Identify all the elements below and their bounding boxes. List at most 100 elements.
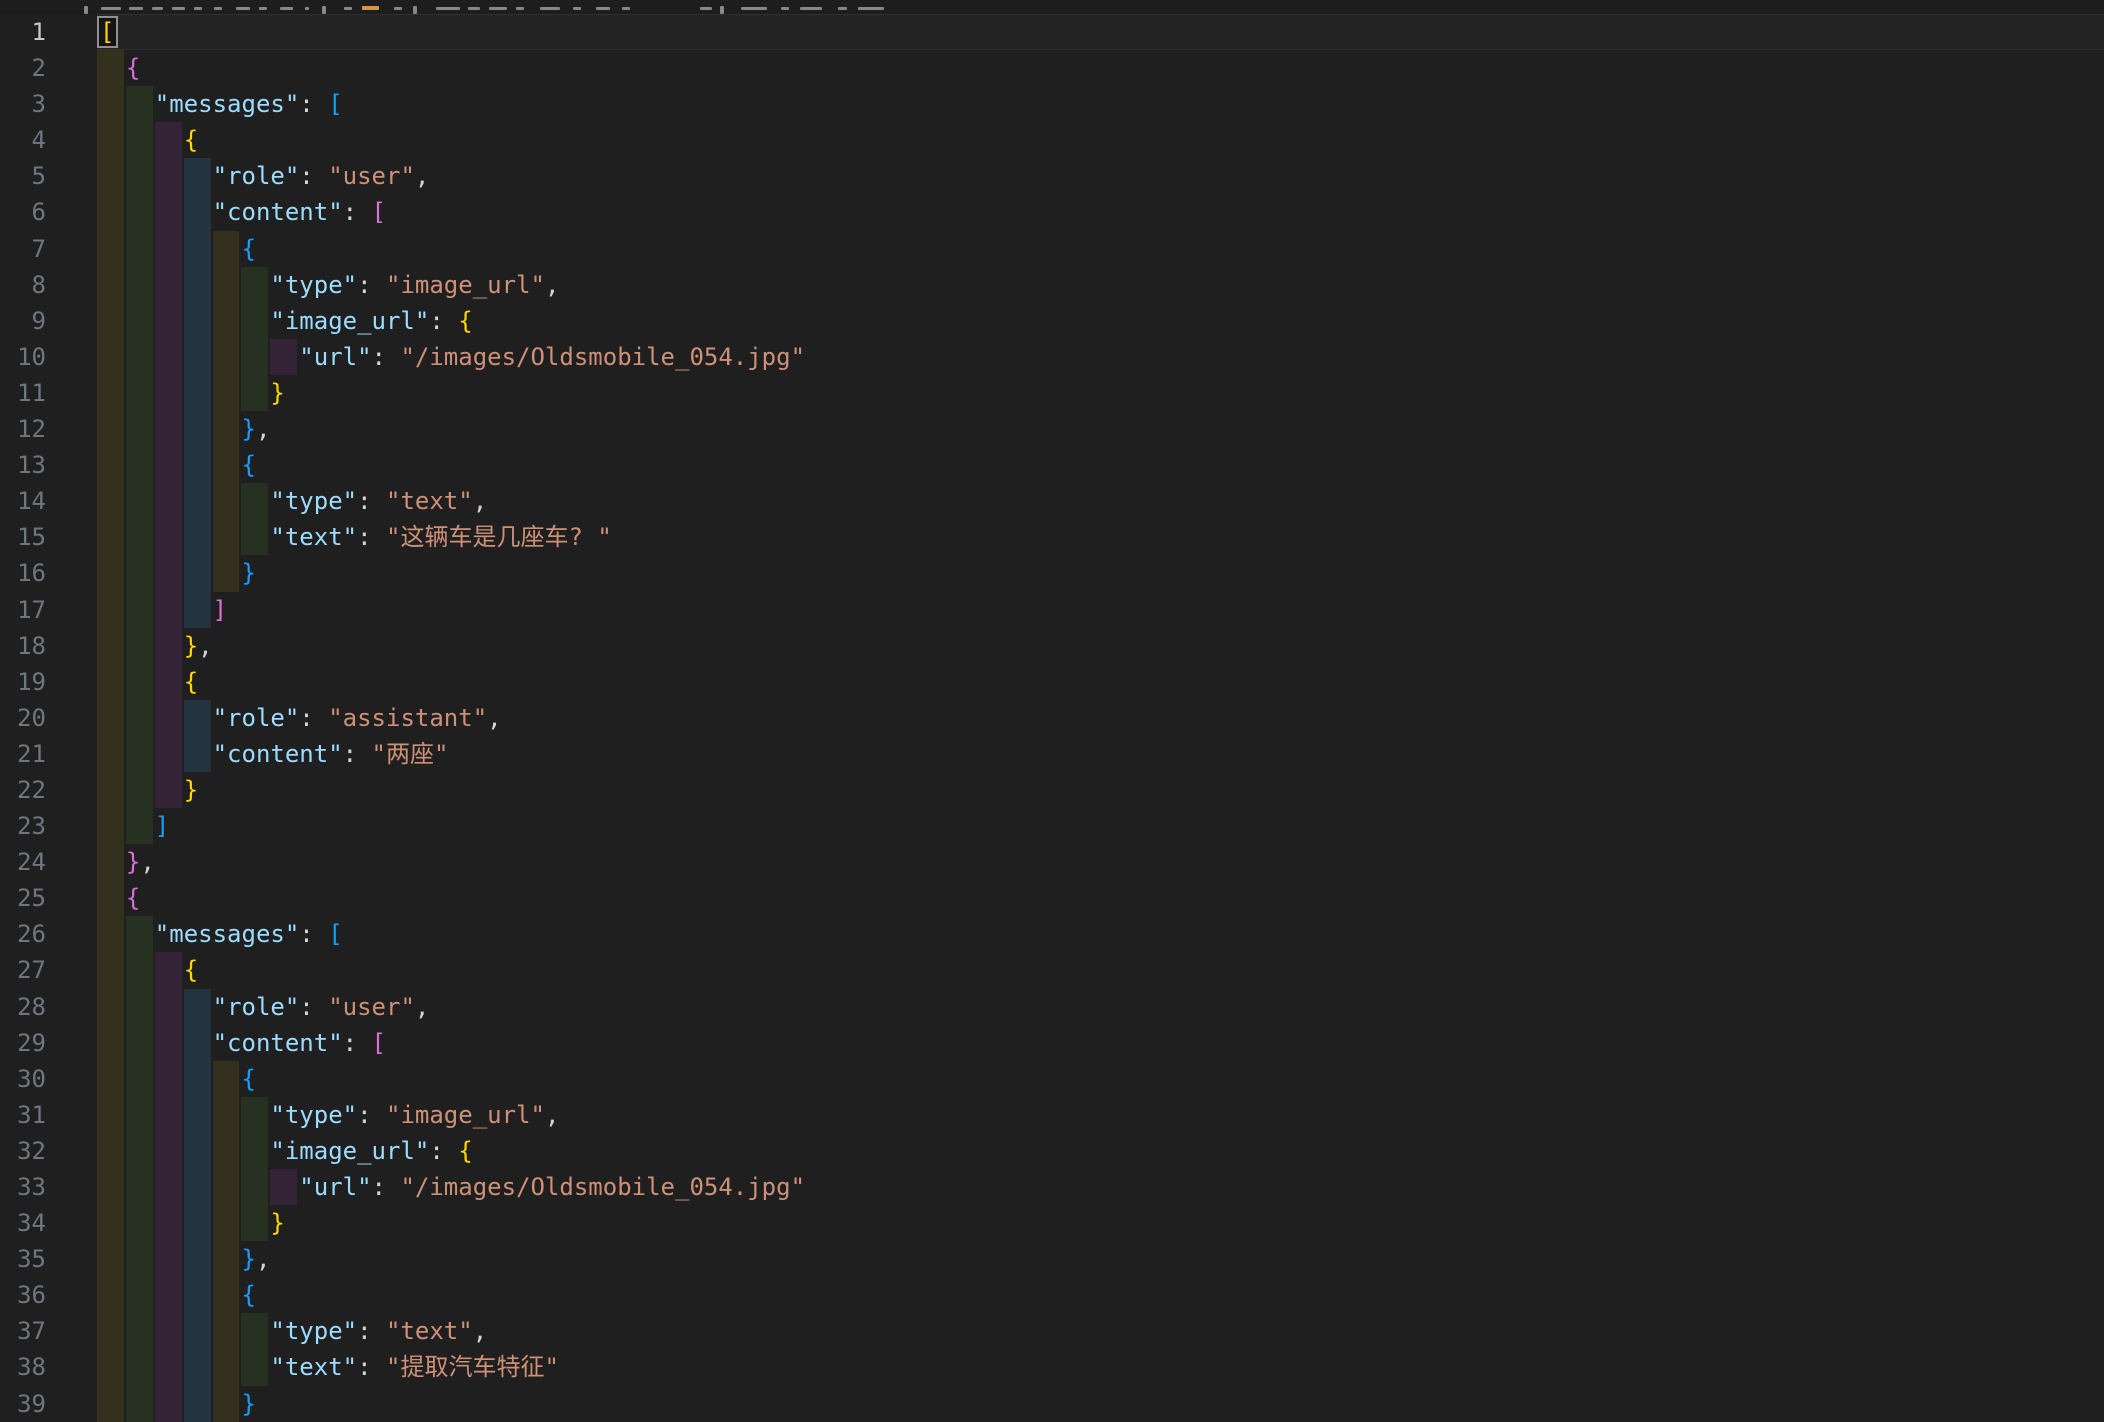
code-line[interactable]: 13{ (0, 447, 2104, 483)
code-line[interactable]: 14"type": "text", (0, 483, 2104, 519)
line-number[interactable]: 27 (0, 952, 46, 988)
code-line[interactable]: 25 { (0, 880, 2104, 916)
line-number[interactable]: 39 (0, 1386, 46, 1422)
line-number[interactable]: 16 (0, 555, 46, 591)
line-number[interactable]: 31 (0, 1097, 46, 1133)
code-line[interactable]: 37"type": "text", (0, 1313, 2104, 1349)
code-line[interactable]: 15 "text": "这辆车是几座车? " (0, 519, 2104, 555)
code-line-body[interactable]: { (97, 122, 2104, 158)
code-line-body[interactable]: "url": "/images/Oldsmobile_054.jpg" (97, 1169, 2104, 1205)
code-line[interactable]: 26 "messages": [ (0, 916, 2104, 952)
code-line[interactable]: 6"content": [ (0, 194, 2104, 230)
line-number[interactable]: 5 (0, 158, 46, 194)
line-number[interactable]: 32 (0, 1133, 46, 1169)
code-line-body[interactable]: "messages": [ (97, 916, 2104, 952)
code-line-body[interactable]: ] (97, 592, 2104, 628)
code-line-body[interactable]: "type": "image_url", (97, 267, 2104, 303)
code-line-body[interactable]: } (97, 375, 2104, 411)
code-line[interactable]: 4{ (0, 122, 2104, 158)
line-number[interactable]: 19 (0, 664, 46, 700)
code-line[interactable]: 5 "role": "user", (0, 158, 2104, 194)
code-line[interactable]: 27 { (0, 952, 2104, 988)
line-number[interactable]: 34 (0, 1205, 46, 1241)
code-line[interactable]: 39} (0, 1386, 2104, 1422)
code-line-body[interactable]: "text": "这辆车是几座车? " (97, 519, 2104, 555)
code-line-body[interactable]: "content": [ (97, 1025, 2104, 1061)
code-line[interactable]: 24}, (0, 844, 2104, 880)
line-number[interactable]: 7 (0, 231, 46, 267)
code-line[interactable]: 7{ (0, 231, 2104, 267)
line-number[interactable]: 35 (0, 1241, 46, 1277)
line-number[interactable]: 1 (0, 14, 46, 50)
line-number[interactable]: 29 (0, 1025, 46, 1061)
code-line[interactable]: 19 { (0, 664, 2104, 700)
code-line-body[interactable]: ] (97, 808, 2104, 844)
code-line[interactable]: 34} (0, 1205, 2104, 1241)
line-number[interactable]: 15 (0, 519, 46, 555)
code-line[interactable]: 11} (0, 375, 2104, 411)
line-number[interactable]: 37 (0, 1313, 46, 1349)
line-number[interactable]: 10 (0, 339, 46, 375)
code-line-body[interactable]: { (97, 1061, 2104, 1097)
code-line-body[interactable]: }, (97, 844, 2104, 880)
line-number[interactable]: 30 (0, 1061, 46, 1097)
code-line[interactable]: 20 "role": "assistant", (0, 700, 2104, 736)
code-line-body[interactable]: { (97, 231, 2104, 267)
code-line-body[interactable]: { (97, 664, 2104, 700)
line-number[interactable]: 4 (0, 122, 46, 158)
code-line[interactable]: 35}, (0, 1241, 2104, 1277)
code-line[interactable]: 28 "role": "user", (0, 989, 2104, 1025)
line-number[interactable]: 26 (0, 916, 46, 952)
code-line[interactable]: 12}, (0, 411, 2104, 447)
line-number[interactable]: 25 (0, 880, 46, 916)
code-line-body[interactable]: } (97, 555, 2104, 591)
line-number[interactable]: 18 (0, 628, 46, 664)
code-line-body[interactable]: }, (97, 411, 2104, 447)
line-number[interactable]: 36 (0, 1277, 46, 1313)
line-number[interactable]: 14 (0, 483, 46, 519)
code-line-body[interactable]: [ (97, 14, 2104, 50)
code-line-body[interactable]: { (97, 952, 2104, 988)
line-number[interactable]: 28 (0, 989, 46, 1025)
line-number[interactable]: 21 (0, 736, 46, 772)
code-line-body[interactable]: } (97, 772, 2104, 808)
line-number[interactable]: 6 (0, 194, 46, 230)
code-line-body[interactable]: "role": "user", (97, 158, 2104, 194)
line-number[interactable]: 22 (0, 772, 46, 808)
code-line[interactable]: 21 "content": "两座" (0, 736, 2104, 772)
code-line[interactable]: 18}, (0, 628, 2104, 664)
line-number[interactable]: 33 (0, 1169, 46, 1205)
code-line-body[interactable]: "text": "提取汽车特征" (97, 1349, 2104, 1385)
line-number[interactable]: 12 (0, 411, 46, 447)
line-number[interactable]: 23 (0, 808, 46, 844)
code-line[interactable]: 30 { (0, 1061, 2104, 1097)
code-line-body[interactable]: "content": "两座" (97, 736, 2104, 772)
line-number[interactable]: 9 (0, 303, 46, 339)
code-line[interactable]: 32 "image_url": { (0, 1133, 2104, 1169)
code-line[interactable]: 9"image_url": { (0, 303, 2104, 339)
code-line[interactable]: 10 "url": "/images/Oldsmobile_054.jpg" (0, 339, 2104, 375)
line-number[interactable]: 17 (0, 592, 46, 628)
code-line-body[interactable]: } (97, 1205, 2104, 1241)
line-number[interactable]: 38 (0, 1349, 46, 1385)
code-line[interactable]: 16} (0, 555, 2104, 591)
code-line[interactable]: 3"messages": [ (0, 86, 2104, 122)
line-number[interactable]: 3 (0, 86, 46, 122)
line-number[interactable]: 13 (0, 447, 46, 483)
code-line-body[interactable]: { (97, 880, 2104, 916)
code-line[interactable]: 36{ (0, 1277, 2104, 1313)
code-line-body[interactable]: "image_url": { (97, 1133, 2104, 1169)
code-line-body[interactable]: "role": "assistant", (97, 700, 2104, 736)
line-number[interactable]: 2 (0, 50, 46, 86)
code-line[interactable]: 22} (0, 772, 2104, 808)
code-line-body[interactable]: "url": "/images/Oldsmobile_054.jpg" (97, 339, 2104, 375)
code-line[interactable]: 1[ (0, 14, 2104, 50)
code-line[interactable]: 31 "type": "image_url", (0, 1097, 2104, 1133)
code-editor[interactable]: 1[2{3"messages": [4{5"role": "user",6"co… (0, 14, 2104, 1422)
line-number[interactable]: 20 (0, 700, 46, 736)
code-line-body[interactable]: "type": "image_url", (97, 1097, 2104, 1133)
code-line-body[interactable]: "role": "user", (97, 989, 2104, 1025)
code-line-body[interactable]: { (97, 50, 2104, 86)
code-line[interactable]: 2{ (0, 50, 2104, 86)
code-line[interactable]: 29 "content": [ (0, 1025, 2104, 1061)
